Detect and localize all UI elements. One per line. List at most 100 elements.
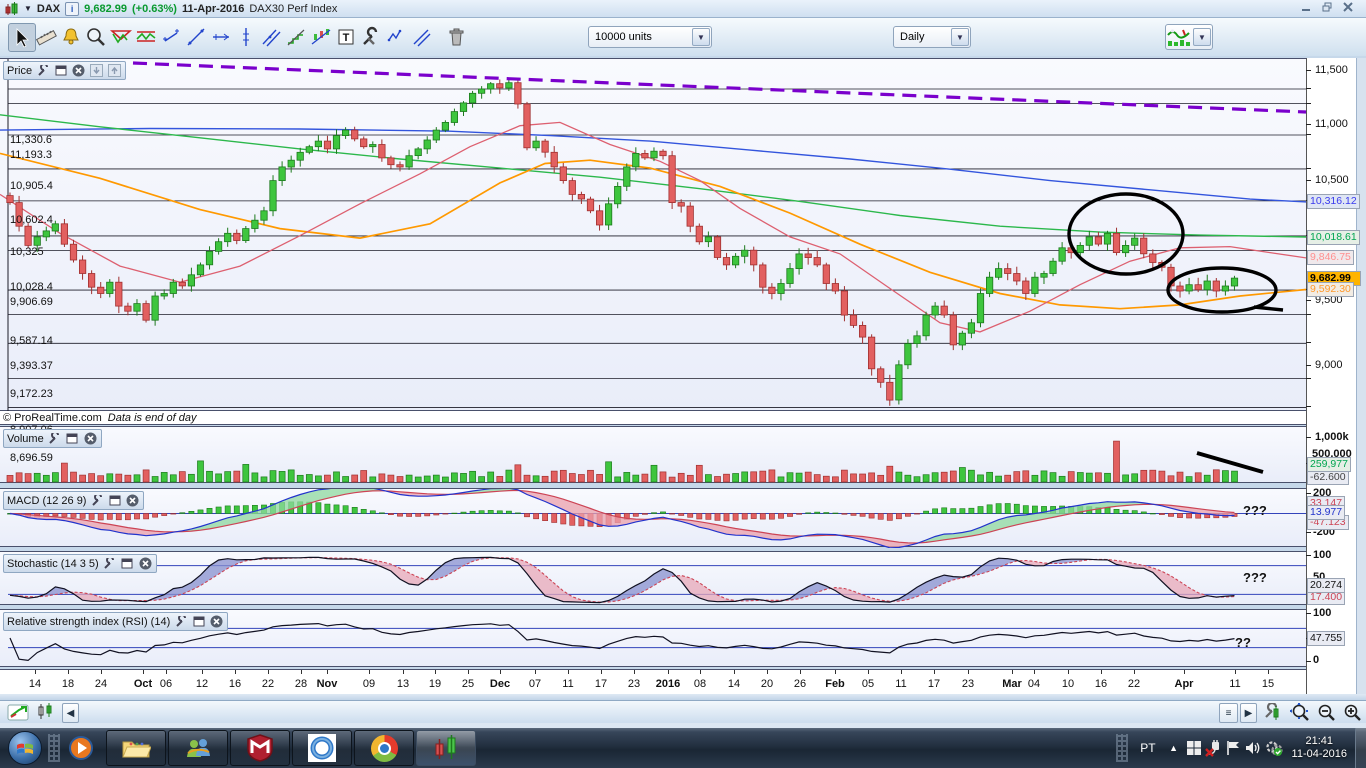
price-panel[interactable]: Price 11,330.611,193.310,905.410,602.410… xyxy=(0,58,1306,411)
tool-zoom-icon[interactable] xyxy=(83,23,109,50)
tool-trendline-icon[interactable] xyxy=(183,23,209,50)
tool-trash-icon[interactable] xyxy=(443,23,469,50)
wrench-icon[interactable] xyxy=(47,432,62,445)
time-axis-label: 10 xyxy=(1062,678,1074,690)
quicklaunch-media-player[interactable] xyxy=(64,731,98,765)
tool-horizontal-segment-icon[interactable] xyxy=(208,23,234,50)
tool-tools-icon[interactable] xyxy=(358,23,384,50)
units-combo[interactable]: 10000 units ▼ xyxy=(588,26,712,48)
list-button[interactable]: ≡ xyxy=(1219,703,1238,723)
taskbar-app-explorer[interactable] xyxy=(106,730,166,766)
taskbar-app-mcafee[interactable] xyxy=(230,730,290,766)
window-icon[interactable] xyxy=(53,64,68,77)
tool-pattern-down-icon[interactable] xyxy=(108,23,134,50)
vertical-scrollbar[interactable] xyxy=(1356,58,1366,694)
restore-button[interactable] xyxy=(1322,2,1339,15)
volume-panel[interactable]: Volume xyxy=(0,426,1306,483)
macd-panel-header: MACD (12 26 9) xyxy=(3,491,144,510)
taskbar-app-chrome[interactable] xyxy=(354,730,414,766)
time-axis-label: 15 xyxy=(1262,678,1274,690)
move-down-icon[interactable] xyxy=(89,64,104,77)
chart-style-dropdown-icon[interactable]: ▼ xyxy=(1193,28,1211,46)
time-axis-label: Apr xyxy=(1175,678,1194,690)
wrench-icon[interactable] xyxy=(173,615,188,628)
rsi-panel[interactable]: Relative strength index (RSI) (14) xyxy=(0,609,1306,667)
close-panel-icon[interactable] xyxy=(83,432,98,445)
price-axis-badge: 10,018.61 xyxy=(1307,230,1360,245)
minimize-button[interactable] xyxy=(1301,2,1318,15)
time-axis[interactable]: 141824Oct0612162228Nov09131925Dec0711172… xyxy=(0,669,1306,695)
units-dropdown-icon[interactable]: ▼ xyxy=(692,28,710,46)
stochastic-panel[interactable]: Stochastic (14 3 5) xyxy=(0,551,1306,605)
info-icon[interactable]: i xyxy=(65,2,79,16)
time-axis-label: 16 xyxy=(1095,678,1107,690)
close-panel-icon[interactable] xyxy=(125,494,140,507)
move-up-icon[interactable] xyxy=(107,64,122,77)
time-axis-label: 11 xyxy=(895,678,906,690)
tray-volume-icon[interactable] xyxy=(1244,737,1264,759)
tool-crossed-lines-icon[interactable] xyxy=(408,23,434,50)
tool-fibonacci-icon[interactable] xyxy=(283,23,309,50)
start-button[interactable] xyxy=(6,729,44,767)
period-combo[interactable]: Daily ▼ xyxy=(893,26,971,48)
price-level-label: 11,330.6 xyxy=(10,134,52,146)
tray-windows-icon[interactable] xyxy=(1184,737,1204,759)
tool-pattern-up-icon[interactable] xyxy=(133,23,159,50)
close-panel-icon[interactable] xyxy=(209,615,224,628)
taskbar-app-browser-ring[interactable] xyxy=(292,730,352,766)
macd-panel[interactable]: MACD (12 26 9) xyxy=(0,488,1306,547)
tool-regression-icon[interactable] xyxy=(308,23,334,50)
wrench-icon[interactable] xyxy=(89,494,104,507)
price-change: (+0.63%) xyxy=(132,3,177,15)
instrument-dropdown-icon[interactable]: ▼ xyxy=(24,4,32,13)
close-panel-icon[interactable] xyxy=(138,557,153,570)
show-desktop-button[interactable] xyxy=(1355,728,1366,768)
window-icon[interactable] xyxy=(65,432,80,445)
drawing-toolbar: T 10000 units ▼ Daily ▼ ▼ xyxy=(0,18,1366,57)
tool-parallel-lines-icon[interactable] xyxy=(258,23,284,50)
scroll-left-button[interactable]: ◀ xyxy=(62,703,79,723)
chart-style-button[interactable]: ▼ xyxy=(1165,24,1213,50)
close-panel-icon[interactable] xyxy=(71,64,86,77)
period-dropdown-icon[interactable]: ▼ xyxy=(951,28,969,46)
wrench-icon[interactable] xyxy=(35,64,50,77)
tray-clock[interactable]: 21:41 11-04-2016 xyxy=(1292,735,1347,761)
zoom-fit-icon[interactable] xyxy=(1288,703,1312,721)
price-level-label: 9,172.23 xyxy=(10,388,53,400)
tool-pointer-icon[interactable] xyxy=(8,23,36,52)
tool-segment-icon[interactable] xyxy=(158,23,184,50)
price-level-label: 10,028.4 xyxy=(10,281,53,293)
svg-text:T: T xyxy=(343,32,350,44)
window-icon[interactable] xyxy=(191,615,206,628)
tray-updates-icon[interactable] xyxy=(1264,737,1284,759)
candle-list-button[interactable] xyxy=(34,703,58,721)
tray-flag-icon[interactable] xyxy=(1224,737,1244,759)
zoom-out-icon[interactable] xyxy=(1314,703,1338,721)
chart-export-button[interactable] xyxy=(5,703,31,721)
time-axis-label: 05 xyxy=(862,678,874,690)
time-axis-label: 11 xyxy=(562,678,573,690)
tray-network-icon[interactable] xyxy=(1204,737,1224,759)
tool-text-icon[interactable]: T xyxy=(333,23,359,50)
zoom-in-icon[interactable] xyxy=(1340,703,1364,721)
tray-language[interactable]: PT xyxy=(1140,741,1155,755)
taskbar-app-messenger[interactable] xyxy=(168,730,228,766)
instrument-name[interactable]: DAX xyxy=(37,3,60,15)
tool-ruler-icon[interactable] xyxy=(33,23,59,50)
window-icon[interactable] xyxy=(107,494,122,507)
tray-expand-icon[interactable]: ▲ xyxy=(1164,737,1184,759)
time-axis-label: 20 xyxy=(761,678,773,690)
time-axis-label: 24 xyxy=(95,678,107,690)
tool-vertical-line-icon[interactable] xyxy=(233,23,259,50)
price-panel-header: Price xyxy=(3,61,126,80)
window-icon[interactable] xyxy=(120,557,135,570)
wrench-icon[interactable] xyxy=(102,557,117,570)
tool-alarm-icon[interactable] xyxy=(58,23,84,50)
chart-settings-icon[interactable] xyxy=(1261,703,1283,721)
scroll-right-button[interactable]: ▶ xyxy=(1240,703,1257,723)
taskbar-app-prorealtime[interactable] xyxy=(416,730,476,766)
price-level-label: 9,587.14 xyxy=(10,335,53,347)
tool-zigzag-icon[interactable] xyxy=(383,23,409,50)
last-price: 9,682.99 xyxy=(84,3,127,15)
close-button[interactable] xyxy=(1343,2,1360,15)
